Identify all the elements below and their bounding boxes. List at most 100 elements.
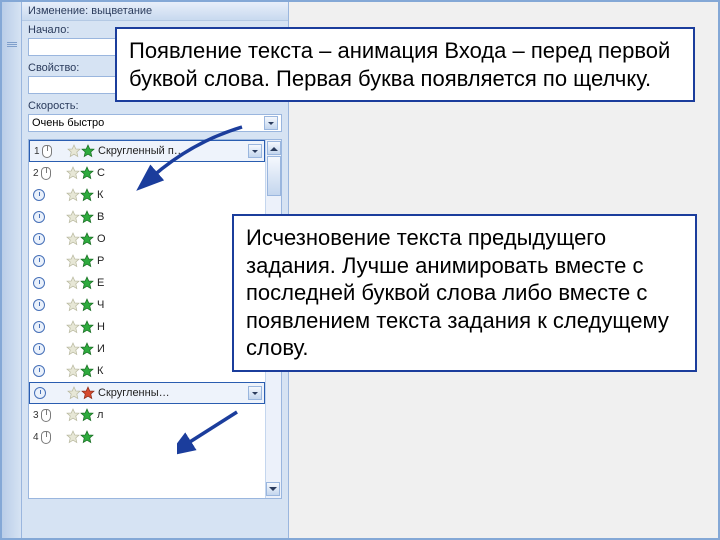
animation-row[interactable]: К: [29, 184, 265, 206]
animation-row[interactable]: В: [29, 206, 265, 228]
star-icon: [66, 210, 80, 224]
star-icon: [80, 320, 94, 334]
mouse-icon: [41, 167, 51, 180]
effect-icons: [66, 298, 94, 312]
animation-row[interactable]: О: [29, 228, 265, 250]
row-label: Скругленный п…: [98, 145, 250, 157]
rail-handle-icon: [7, 42, 17, 48]
clock-icon: [33, 211, 45, 223]
row-index: 1: [34, 145, 64, 158]
chevron-down-icon: [264, 116, 278, 130]
row-index: [33, 321, 63, 333]
scroll-up-button[interactable]: [267, 141, 281, 155]
clock-icon: [33, 365, 45, 377]
star-icon: [80, 298, 94, 312]
effect-icons: [66, 232, 94, 246]
animation-row[interactable]: 1 Скругленный п…: [29, 140, 265, 162]
clock-icon: [33, 189, 45, 201]
panel-title: Изменение: выцветание: [22, 2, 288, 21]
effect-icons: [66, 342, 94, 356]
effect-icons: [66, 166, 94, 180]
row-index: [33, 343, 63, 355]
animation-row[interactable]: Н: [29, 316, 265, 338]
speed-row: Скорость: Очень быстро: [22, 97, 288, 135]
star-icon: [67, 144, 81, 158]
row-index: [33, 365, 63, 377]
clock-icon: [33, 321, 45, 333]
star-icon: [66, 276, 80, 290]
star-icon: [80, 254, 94, 268]
star-icon: [80, 430, 94, 444]
clock-icon: [33, 277, 45, 289]
clock-icon: [34, 387, 46, 399]
star-icon: [66, 298, 80, 312]
scroll-thumb[interactable]: [267, 156, 281, 196]
star-icon: [66, 430, 80, 444]
effect-icons: [66, 254, 94, 268]
mouse-icon: [42, 145, 52, 158]
clock-icon: [33, 299, 45, 311]
animation-row[interactable]: 2 С: [29, 162, 265, 184]
row-index: [33, 299, 63, 311]
effect-icons: [66, 430, 94, 444]
row-label: Скругленны…: [98, 387, 250, 399]
star-icon: [67, 386, 81, 400]
effect-icons: [66, 210, 94, 224]
star-icon: [66, 188, 80, 202]
effect-icons: [67, 144, 95, 158]
star-icon: [80, 232, 94, 246]
row-index: [33, 255, 63, 267]
effect-icons: [66, 188, 94, 202]
star-icon: [80, 342, 94, 356]
row-index: [33, 211, 63, 223]
animation-row[interactable]: И: [29, 338, 265, 360]
effect-icons: [66, 276, 94, 290]
star-icon: [81, 386, 95, 400]
star-icon: [66, 166, 80, 180]
row-label: С: [97, 167, 261, 179]
animation-row[interactable]: 4: [29, 426, 265, 448]
animation-row[interactable]: К: [29, 360, 265, 382]
callout-top: Появление текста – анимация Входа – пере…: [115, 27, 695, 102]
row-dropdown-button[interactable]: [248, 386, 262, 400]
row-index: 4: [33, 431, 63, 444]
clock-icon: [33, 343, 45, 355]
star-icon: [80, 210, 94, 224]
row-label: К: [97, 189, 261, 201]
star-icon: [66, 364, 80, 378]
animation-row[interactable]: Ч: [29, 294, 265, 316]
animation-row[interactable]: Скругленны…: [29, 382, 265, 404]
row-index: [33, 233, 63, 245]
animation-row[interactable]: Р: [29, 250, 265, 272]
row-index: [33, 277, 63, 289]
star-icon: [66, 232, 80, 246]
star-icon: [66, 408, 80, 422]
effect-icons: [66, 364, 94, 378]
animation-row[interactable]: 3 л: [29, 404, 265, 426]
clock-icon: [33, 233, 45, 245]
star-icon: [80, 166, 94, 180]
row-index: 3: [33, 409, 63, 422]
scroll-down-button[interactable]: [266, 482, 280, 496]
star-icon: [66, 320, 80, 334]
row-dropdown-button[interactable]: [248, 144, 262, 158]
star-icon: [80, 276, 94, 290]
speed-dropdown[interactable]: Очень быстро: [28, 114, 282, 132]
row-index: [34, 387, 64, 399]
effect-icons: [67, 386, 95, 400]
star-icon: [66, 254, 80, 268]
effect-icons: [66, 320, 94, 334]
star-icon: [81, 144, 95, 158]
animation-row[interactable]: Е: [29, 272, 265, 294]
clock-icon: [33, 255, 45, 267]
star-icon: [80, 188, 94, 202]
callout-mid: Исчезновение текста предыдущего задания.…: [232, 214, 697, 372]
star-icon: [80, 408, 94, 422]
effect-icons: [66, 408, 94, 422]
row-index: [33, 189, 63, 201]
mouse-icon: [41, 409, 51, 422]
row-index: 2: [33, 167, 63, 180]
star-icon: [80, 364, 94, 378]
mouse-icon: [41, 431, 51, 444]
star-icon: [66, 342, 80, 356]
